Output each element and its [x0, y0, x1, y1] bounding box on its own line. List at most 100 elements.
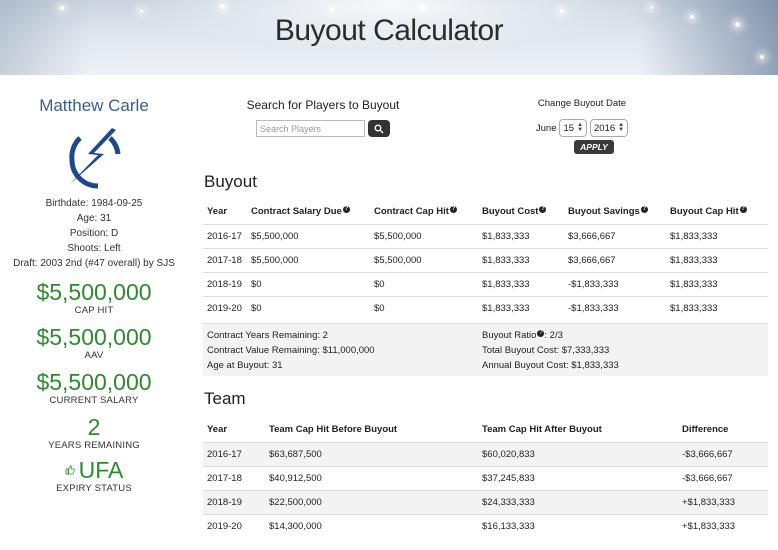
col-header: Year	[207, 424, 228, 436]
birthdate: Birthdate: 1984-09-25	[45, 198, 143, 209]
cell: 2017-18	[203, 465, 265, 490]
cell: 2016-17	[203, 223, 247, 248]
cell: 2018-19	[203, 489, 265, 514]
header-banner: Buyout Calculator	[0, 0, 778, 75]
cell: $1,833,333	[666, 247, 768, 272]
player-profile: Matthew Carle Birthdate: 1984-09-25 Age:…	[0, 90, 188, 494]
position: Position: D	[69, 228, 119, 239]
cell: $0	[370, 295, 478, 320]
cell: 2017-18	[203, 247, 247, 272]
years-remaining-label: YEARS REMAINING	[48, 440, 140, 451]
search-button[interactable]	[368, 120, 390, 137]
cell: $1,833,333	[666, 295, 768, 320]
cell: $5,500,000	[247, 247, 370, 272]
cell: $1,833,333	[478, 247, 564, 272]
lightning-bolt-logo	[69, 128, 121, 189]
cell: -$1,833,333	[564, 295, 666, 320]
expiry-status-label: EXPIRY STATUS	[56, 483, 132, 494]
search-input[interactable]	[256, 120, 365, 137]
col-header: Year	[207, 206, 228, 218]
year-value: 2016	[594, 122, 616, 134]
player-name[interactable]: Matthew Carle	[0, 96, 188, 116]
col-header: Buyout Cost?	[482, 206, 547, 218]
cell: $22,500,000	[265, 489, 478, 514]
cell: $3,666,667	[564, 223, 666, 248]
cell: $1,833,333	[666, 271, 768, 296]
col-header: Team Cap Hit After Buyout	[482, 424, 602, 436]
buyout-summary: Contract Years Remaining: 2 Contract Val…	[203, 323, 768, 376]
cell: $63,687,500	[265, 441, 478, 466]
cell: $60,020,833	[478, 441, 678, 466]
year-select[interactable]: 2016 ▲ ▼	[590, 119, 629, 137]
years-remaining-value: 2	[87, 414, 101, 440]
aav-label: AAV	[84, 350, 104, 361]
cell: $24,333,333	[478, 489, 678, 514]
cell: 2018-19	[203, 271, 247, 296]
age: Age: 31	[76, 213, 112, 224]
buyout-section-title: Buyout	[204, 172, 257, 191]
help-icon[interactable]: ?	[539, 206, 547, 214]
table-row: 2016-17 $5,500,000 $5,500,000 $1,833,333…	[203, 223, 768, 248]
total-buyout-cost: Total Buyout Cost: $7,333,333	[482, 345, 610, 356]
difference-cell: -$3,666,667	[678, 465, 768, 490]
cell: -$1,833,333	[564, 271, 666, 296]
help-icon[interactable]: ?	[342, 206, 350, 214]
cell: 2016-17	[203, 441, 265, 466]
annual-buyout-cost: Annual Buyout Cost: $1,833,333	[482, 360, 619, 371]
table-row: 2019-20 $14,300,000 $16,133,333 +$1,833,…	[203, 513, 768, 538]
cell: 2019-20	[203, 295, 247, 320]
contract-years-remaining: Contract Years Remaining: 2	[207, 330, 328, 341]
table-row: 2018-19 $0 $0 $1,833,333 -$1,833,333 $1,…	[203, 271, 768, 296]
table-header-row: Year Contract Salary Due? Contract Cap H…	[203, 200, 768, 224]
cell: $14,300,000	[265, 513, 478, 538]
cell: $40,912,500	[265, 465, 478, 490]
help-icon[interactable]: ?	[640, 206, 648, 214]
table-row: 2018-19 $22,500,000 $24,333,333 +$1,833,…	[203, 489, 768, 514]
buyout-table: Year Contract Salary Due? Contract Cap H…	[203, 200, 768, 320]
cell: $5,500,000	[370, 247, 478, 272]
player-search: Search for Players to Buyout	[228, 98, 418, 137]
cap-hit-value: $5,500,000	[36, 279, 152, 305]
current-salary-value: $5,500,000	[36, 369, 152, 395]
cell: $0	[247, 295, 370, 320]
table-header-row: Year Team Cap Hit Before Buyout Team Cap…	[203, 418, 768, 442]
draft-info: Draft: 2003 2nd (#47 overall) by SJS	[13, 258, 175, 269]
cell: $0	[370, 271, 478, 296]
col-header: Buyout Cap Hit?	[670, 206, 747, 218]
buyout-date-picker: Change Buyout Date June 15 ▲ ▼ 2016 ▲ ▼ AP…	[522, 98, 642, 155]
cell: $1,833,333	[478, 223, 564, 248]
age-at-buyout: Age at Buyout: 31	[207, 360, 283, 371]
aav-value: $5,500,000	[36, 324, 152, 350]
help-icon[interactable]: ?	[739, 206, 747, 214]
col-header: Contract Cap Hit?	[374, 206, 457, 218]
day-select[interactable]: 15 ▲ ▼	[559, 119, 588, 137]
page-title: Buyout Calculator	[274, 14, 504, 47]
cell: $1,833,333	[478, 271, 564, 296]
cell: $5,500,000	[370, 223, 478, 248]
cell: $0	[247, 271, 370, 296]
cell: $16,133,333	[478, 513, 678, 538]
col-header: Difference	[682, 424, 729, 436]
apply-button[interactable]: APPLY	[574, 140, 614, 154]
cell: $5,500,000	[247, 223, 370, 248]
day-value: 15	[563, 122, 575, 134]
expiry-status-value: UFA	[78, 457, 124, 483]
help-icon[interactable]: ?	[449, 206, 457, 214]
shoots: Shoots: Left	[67, 243, 121, 254]
team-table: Year Team Cap Hit Before Buyout Team Cap…	[203, 418, 768, 538]
current-salary-label: CURRENT SALARY	[49, 395, 139, 406]
select-arrows-icon: ▲ ▼	[618, 122, 625, 133]
difference-cell: +$1,833,333	[678, 489, 768, 514]
cap-hit-label: CAP HIT	[74, 305, 114, 316]
date-title: Change Buyout Date	[537, 98, 627, 109]
cell: $1,833,333	[666, 223, 768, 248]
search-icon	[374, 124, 384, 133]
month-label: June	[535, 122, 557, 134]
table-row: 2019-20 $0 $0 $1,833,333 -$1,833,333 $1,…	[203, 295, 768, 320]
contract-value-remaining: Contract Value Remaining: $11,000,000	[207, 345, 375, 356]
difference-cell: +$1,833,333	[678, 513, 768, 538]
table-row: 2016-17 $63,687,500 $60,020,833 -$3,666,…	[203, 441, 768, 466]
cell: $37,245,833	[478, 465, 678, 490]
buyout-ratio: Buyout Ratio?: 2/3	[482, 329, 563, 341]
cell: $1,833,333	[478, 295, 564, 320]
